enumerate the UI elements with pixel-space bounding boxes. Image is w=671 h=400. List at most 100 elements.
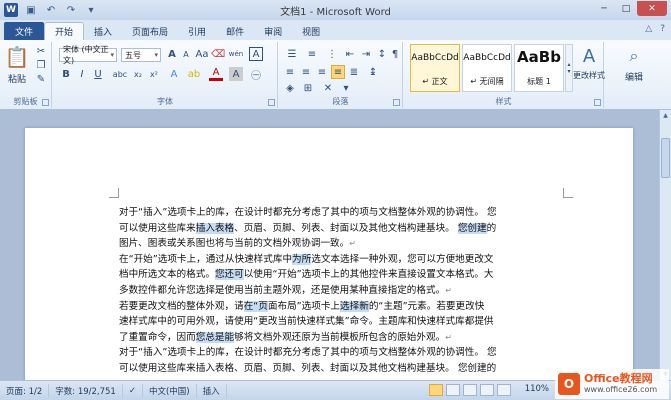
document-line[interactable]: 档中所选文本的格式。您还可以使用“开始”选项卡上的其他控件来直接设置文本格式。大: [119, 267, 573, 283]
document-line[interactable]: 多数控件都允许您选择是使用当前主题外观，还是使用某种直接指定的格式。↵: [119, 283, 573, 299]
tab-review[interactable]: 审阅: [254, 22, 292, 40]
increase-indent-icon[interactable]: ⇥: [359, 47, 373, 61]
document-line[interactable]: 可以使用这些库来插入表格、页眉、页脚、列表、封面以及其他文档构建基块。 您创建的: [119, 361, 573, 377]
change-styles-icon[interactable]: A: [578, 44, 600, 68]
tab-home[interactable]: 开始: [44, 22, 85, 40]
word-count[interactable]: 字数: 19/2,751: [49, 383, 123, 398]
undo-icon[interactable]: ↶: [44, 5, 58, 16]
tab-references[interactable]: 引用: [178, 22, 216, 40]
align-left-icon[interactable]: ≡: [283, 65, 297, 79]
document-line[interactable]: 对于“插入”选项卡上的库，在设计时都充分考虑了其中的项与文档整体外观的协调性。 …: [119, 205, 573, 221]
style-heading-1[interactable]: AaBb 标题 1: [514, 44, 564, 92]
cut-icon[interactable]: ✂: [34, 45, 48, 57]
editing-button[interactable]: 编辑: [617, 70, 651, 83]
document-line[interactable]: 速样式库中的可用外观，请使用“更改当前快速样式集”命令。主题库和快速样式库都提供: [119, 314, 573, 330]
tab-mailings[interactable]: 邮件: [216, 22, 254, 40]
scroll-up-icon[interactable]: ▲: [661, 112, 670, 119]
borders-icon[interactable]: ⊞: [301, 82, 315, 94]
format-painter-icon[interactable]: ✎: [34, 73, 48, 85]
minimize-button[interactable]: ─: [593, 1, 615, 16]
web-layout-icon[interactable]: [463, 384, 477, 396]
paragraph-launcher-icon[interactable]: [393, 99, 400, 106]
vertical-scrollbar[interactable]: ▲ ▼: [659, 110, 671, 380]
bold-icon[interactable]: B: [59, 67, 73, 81]
document-page[interactable]: 对于“插入”选项卡上的库，在设计时都充分考虑了其中的项与文档整体外观的协调性。 …: [25, 128, 633, 380]
character-border-icon[interactable]: A: [249, 47, 263, 61]
language-indicator[interactable]: 中文(中国): [143, 383, 197, 398]
phonetic-guide-icon[interactable]: wén: [227, 47, 245, 61]
line-spacing-icon[interactable]: ↨: [365, 65, 381, 79]
character-shading-icon[interactable]: A: [229, 67, 243, 81]
styles-launcher-icon[interactable]: [594, 99, 601, 106]
find-icon[interactable]: ⌕: [623, 44, 645, 68]
full-screen-reading-icon[interactable]: [446, 384, 460, 396]
align-right-icon[interactable]: ≡: [315, 65, 329, 79]
asian-layout-icon[interactable]: ▾: [339, 82, 353, 94]
italic-icon[interactable]: I: [75, 67, 89, 81]
print-layout-icon[interactable]: [429, 384, 443, 396]
shading-icon[interactable]: ◈: [283, 82, 297, 94]
justify-icon[interactable]: ≡: [331, 65, 345, 79]
subscript-icon[interactable]: x₂: [131, 67, 145, 81]
save-icon[interactable]: ▣: [24, 5, 38, 16]
multilevel-list-icon[interactable]: ⋮: [323, 47, 341, 61]
customize-icon[interactable]: ▾: [84, 5, 98, 16]
zoom-level[interactable]: 110%: [525, 384, 549, 394]
enclose-characters-icon[interactable]: ㊀: [249, 67, 263, 82]
font-name-select[interactable]: 宋体 (中文正文): [59, 45, 117, 65]
style-no-spacing[interactable]: AaBbCcDd ↵ 无间隔: [462, 44, 512, 92]
style-normal[interactable]: AaBbCcDd ↵ 正文: [410, 44, 460, 92]
help-icon[interactable]: ?: [660, 24, 665, 34]
grow-font-icon[interactable]: A: [165, 47, 179, 61]
outline-icon[interactable]: [480, 384, 494, 396]
insert-mode[interactable]: 插入: [197, 383, 227, 398]
underline-icon[interactable]: U: [91, 67, 105, 81]
clipboard-launcher-icon[interactable]: [42, 99, 49, 106]
font-launcher-icon[interactable]: [268, 99, 275, 106]
paste-icon[interactable]: 📋: [5, 44, 30, 70]
document-line[interactable]: 可以使用这些库来插入表格、页眉、页脚、列表、封面以及其他文档构建基块。 您创建的: [119, 221, 573, 237]
document-body[interactable]: 对于“插入”选项卡上的库，在设计时都充分考虑了其中的项与文档整体外观的协调性。 …: [119, 205, 573, 377]
minimize-ribbon-icon[interactable]: △: [645, 24, 652, 34]
highlight-color-icon[interactable]: ab: [187, 67, 201, 81]
font-color-icon[interactable]: A: [209, 67, 223, 81]
distributed-icon[interactable]: ≣: [347, 65, 361, 79]
word-app-icon[interactable]: W: [4, 3, 18, 17]
document-line[interactable]: 在“开始”选项卡上，通过从快速样式库中为所选文本选择一种外观，您可以方便地更改文: [119, 252, 573, 268]
strikethrough-icon[interactable]: abc: [111, 67, 129, 81]
proofing-icon[interactable]: ✓: [123, 383, 143, 398]
scroll-thumb[interactable]: [661, 138, 670, 178]
tab-view[interactable]: 视图: [292, 22, 330, 40]
paste-button[interactable]: 粘贴: [3, 72, 31, 85]
styles-scroll-icon[interactable]: ▴ ▾: [565, 44, 573, 92]
change-case-icon[interactable]: Aa: [195, 47, 209, 61]
text-effects-icon[interactable]: A: [167, 67, 181, 81]
chinese-layout-icon[interactable]: ✕: [321, 82, 335, 94]
draft-icon[interactable]: [497, 384, 511, 396]
superscript-icon[interactable]: x²: [147, 67, 161, 81]
align-center-icon[interactable]: ≡: [299, 65, 313, 79]
clear-format-icon[interactable]: ⌫: [211, 47, 225, 61]
decrease-indent-icon[interactable]: ⇤: [343, 47, 357, 61]
change-styles-button[interactable]: 更改样式: [572, 70, 606, 81]
close-button[interactable]: ✕: [637, 1, 667, 16]
document-line[interactable]: 了重置命令，因而您总是能够将文档外观还原为当前模板所包含的原始外观。↵: [119, 330, 573, 346]
tab-file[interactable]: 文件: [4, 22, 44, 40]
document-line[interactable]: 图片、图表或关系图也将与当前的文档外观协调一致。↵: [119, 236, 573, 252]
numbering-icon[interactable]: ≡: [303, 47, 321, 61]
copy-icon[interactable]: ❐: [34, 59, 48, 71]
maximize-button[interactable]: □: [615, 1, 637, 16]
bullets-icon[interactable]: ☰: [283, 47, 301, 61]
page-count[interactable]: 页面: 1/2: [0, 383, 50, 398]
show-marks-icon[interactable]: ¶: [389, 47, 401, 61]
tab-insert[interactable]: 插入: [84, 22, 122, 40]
sort-icon[interactable]: ↕: [375, 47, 389, 61]
document-line[interactable]: 若要更改文档的整体外观，请在“页面布局”选项卡上选择新的“主题”元素。若要更改快: [119, 299, 573, 315]
font-size-select[interactable]: 五号: [121, 48, 161, 62]
redo-icon[interactable]: ↷: [64, 5, 78, 16]
document-line[interactable]: 对于“插入”选项卡上的库，在设计时都充分考虑了其中的项与文档整体外观的协调性。 …: [119, 345, 573, 361]
shrink-font-icon[interactable]: A: [179, 47, 193, 61]
document-area[interactable]: 对于“插入”选项卡上的库，在设计时都充分考虑了其中的项与文档整体外观的协调性。 …: [0, 110, 659, 380]
tab-page-layout[interactable]: 页面布局: [122, 22, 178, 40]
text-run: 的: [486, 222, 497, 234]
